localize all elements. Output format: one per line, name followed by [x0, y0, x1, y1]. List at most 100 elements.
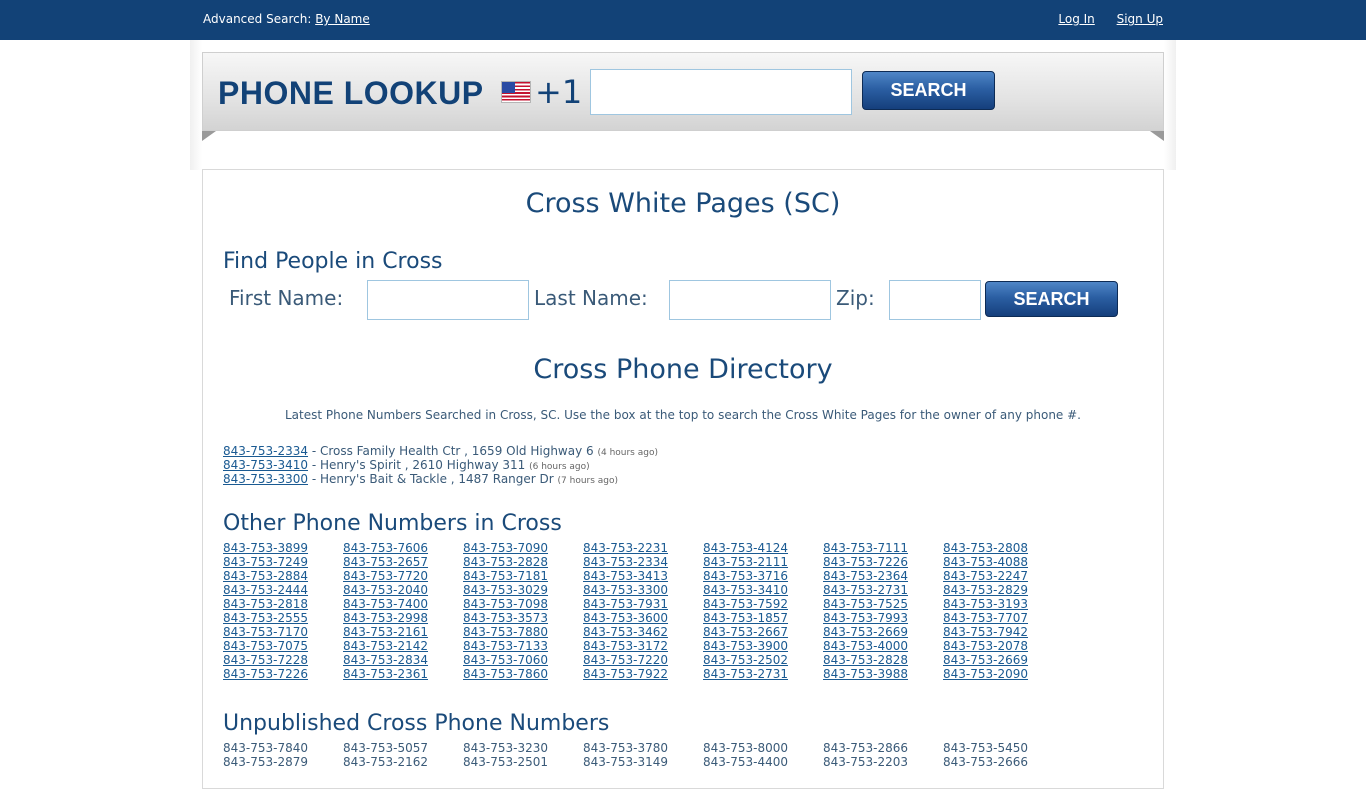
phone-number-link[interactable]: 843-753-7592 [703, 597, 823, 611]
phone-number-link[interactable]: 843-753-2231 [583, 541, 703, 555]
phone-number-link[interactable]: 843-753-2334 [583, 555, 703, 569]
other-numbers-heading: Other Phone Numbers in Cross [223, 511, 562, 536]
phone-number-link[interactable]: 843-753-7098 [463, 597, 583, 611]
phone-number-link[interactable]: 843-753-3300 [583, 583, 703, 597]
phone-number-link[interactable]: 843-753-7922 [583, 667, 703, 681]
phone-number-link[interactable]: 843-753-2078 [943, 639, 1063, 653]
phone-number-link[interactable]: 843-753-2361 [343, 667, 463, 681]
unpublished-number: 843-753-2866 [823, 741, 909, 755]
phone-number-link[interactable]: 843-753-7181 [463, 569, 583, 583]
phone-number-link[interactable]: 843-753-7720 [343, 569, 463, 583]
phone-number-link[interactable]: 843-753-7060 [463, 653, 583, 667]
unpublished-number: 843-753-8000 [703, 741, 789, 755]
recent-phone-link[interactable]: 843-753-2334 [223, 444, 308, 458]
phone-number-link[interactable]: 843-753-7606 [343, 541, 463, 555]
phone-number-link[interactable]: 843-753-2834 [343, 653, 463, 667]
phone-number-link[interactable]: 843-753-2808 [943, 541, 1063, 555]
phone-number-link[interactable]: 843-753-2731 [703, 667, 823, 681]
phone-number-link[interactable]: 843-753-2142 [343, 639, 463, 653]
people-search-button[interactable]: SEARCH [985, 281, 1118, 317]
phone-number-link[interactable]: 843-753-2247 [943, 569, 1063, 583]
phone-number-link[interactable]: 843-753-2444 [223, 583, 343, 597]
phone-number-link[interactable]: 843-753-3172 [583, 639, 703, 653]
phone-number-link[interactable]: 843-753-3900 [703, 639, 823, 653]
phone-number-link[interactable]: 843-753-7075 [223, 639, 343, 653]
phone-number-link[interactable]: 843-753-4124 [703, 541, 823, 555]
phone-number-link[interactable]: 843-753-3573 [463, 611, 583, 625]
phone-number-link[interactable]: 843-753-7226 [823, 555, 943, 569]
login-link[interactable]: Log In [1058, 12, 1094, 26]
phone-number-link[interactable]: 843-753-2818 [223, 597, 343, 611]
phone-number-link[interactable]: 843-753-2040 [343, 583, 463, 597]
phone-number-link[interactable]: 843-753-3029 [463, 583, 583, 597]
phone-number-link[interactable]: 843-753-3413 [583, 569, 703, 583]
phone-number-link[interactable]: 843-753-7931 [583, 597, 703, 611]
phone-number-link[interactable]: 843-753-2828 [463, 555, 583, 569]
phone-number-link[interactable]: 843-753-2364 [823, 569, 943, 583]
phone-number-link[interactable]: 843-753-7090 [463, 541, 583, 555]
phone-number-link[interactable]: 843-753-3193 [943, 597, 1063, 611]
recent-listing-desc: - Henry's Spirit , 2610 Highway 311 [308, 458, 530, 472]
phone-number-link[interactable]: 843-753-2829 [943, 583, 1063, 597]
phone-number-link[interactable]: 843-753-7226 [223, 667, 343, 681]
recent-phone-link[interactable]: 843-753-3300 [223, 472, 308, 486]
recent-time-ago: (4 hours ago) [597, 448, 658, 458]
recent-phone-link[interactable]: 843-753-3410 [223, 458, 308, 472]
phone-number-link[interactable]: 843-753-7111 [823, 541, 943, 555]
phone-number-link[interactable]: 843-753-4088 [943, 555, 1063, 569]
phone-number-link[interactable]: 843-753-7707 [943, 611, 1063, 625]
phone-number-link[interactable]: 843-753-7993 [823, 611, 943, 625]
phone-search-button[interactable]: SEARCH [862, 71, 995, 110]
phone-number-link[interactable]: 843-753-3988 [823, 667, 943, 681]
phone-number-link[interactable]: 843-753-2998 [343, 611, 463, 625]
phone-number-link[interactable]: 843-753-3899 [223, 541, 343, 555]
last-name-label: Last Name: [534, 286, 648, 310]
last-name-input[interactable] [669, 280, 831, 320]
zip-input[interactable] [889, 280, 981, 320]
phone-number-link[interactable]: 843-753-3462 [583, 625, 703, 639]
phone-number-link[interactable]: 843-753-2111 [703, 555, 823, 569]
phone-number-link[interactable]: 843-753-2884 [223, 569, 343, 583]
zip-label: Zip: [836, 286, 875, 310]
phone-number-link[interactable]: 843-753-7133 [463, 639, 583, 653]
signup-link[interactable]: Sign Up [1117, 12, 1163, 26]
country-code: +1 [535, 73, 583, 111]
phone-number-link[interactable]: 843-753-2502 [703, 653, 823, 667]
recent-listing-desc: - Cross Family Health Ctr , 1659 Old Hig… [308, 444, 598, 458]
first-name-input[interactable] [367, 280, 529, 320]
phone-number-link[interactable]: 843-753-7860 [463, 667, 583, 681]
phone-number-link[interactable]: 843-753-2669 [943, 653, 1063, 667]
phone-number-link[interactable]: 843-753-7942 [943, 625, 1063, 639]
recent-searches: 843-753-2334 - Cross Family Health Ctr ,… [223, 445, 658, 487]
advanced-search-label: Advanced Search: [203, 12, 312, 26]
phone-number-link[interactable]: 843-753-7400 [343, 597, 463, 611]
phone-number-link[interactable]: 843-753-3716 [703, 569, 823, 583]
phone-number-link[interactable]: 843-753-2667 [703, 625, 823, 639]
top-nav-bar: Advanced Search: By Name Log In Sign Up [0, 0, 1366, 40]
other-numbers-grid: 843-753-3899 843-753-7606 843-753-7090 843-… [223, 541, 1063, 681]
phone-number-link[interactable]: 843-753-7249 [223, 555, 343, 569]
phone-number-link[interactable]: 843-753-7220 [583, 653, 703, 667]
us-flag-icon [501, 81, 531, 103]
phone-number-link[interactable]: 843-753-2090 [943, 667, 1063, 681]
phone-number-link[interactable]: 843-753-3410 [703, 583, 823, 597]
phone-number-link[interactable]: 843-753-2161 [343, 625, 463, 639]
phone-number-link[interactable]: 843-753-2731 [823, 583, 943, 597]
unpublished-number: 843-753-7840 [223, 741, 309, 755]
phone-number-link[interactable]: 843-753-7525 [823, 597, 943, 611]
phone-number-link[interactable]: 843-753-2669 [823, 625, 943, 639]
phone-number-link[interactable]: 843-753-2828 [823, 653, 943, 667]
unpublished-number: 843-753-5057 [343, 741, 429, 755]
phone-number-link[interactable]: 843-753-7880 [463, 625, 583, 639]
by-name-link[interactable]: By Name [315, 12, 370, 26]
phone-number-link[interactable]: 843-753-1857 [703, 611, 823, 625]
phone-number-link[interactable]: 843-753-2555 [223, 611, 343, 625]
phone-search-input[interactable] [590, 69, 852, 115]
directory-title: Cross Phone Directory [533, 354, 833, 385]
phone-number-link[interactable]: 843-753-7228 [223, 653, 343, 667]
phone-number-link[interactable]: 843-753-3600 [583, 611, 703, 625]
phone-number-link[interactable]: 843-753-7170 [223, 625, 343, 639]
recent-time-ago: (6 hours ago) [529, 462, 590, 472]
phone-number-link[interactable]: 843-753-4000 [823, 639, 943, 653]
phone-number-link[interactable]: 843-753-2657 [343, 555, 463, 569]
